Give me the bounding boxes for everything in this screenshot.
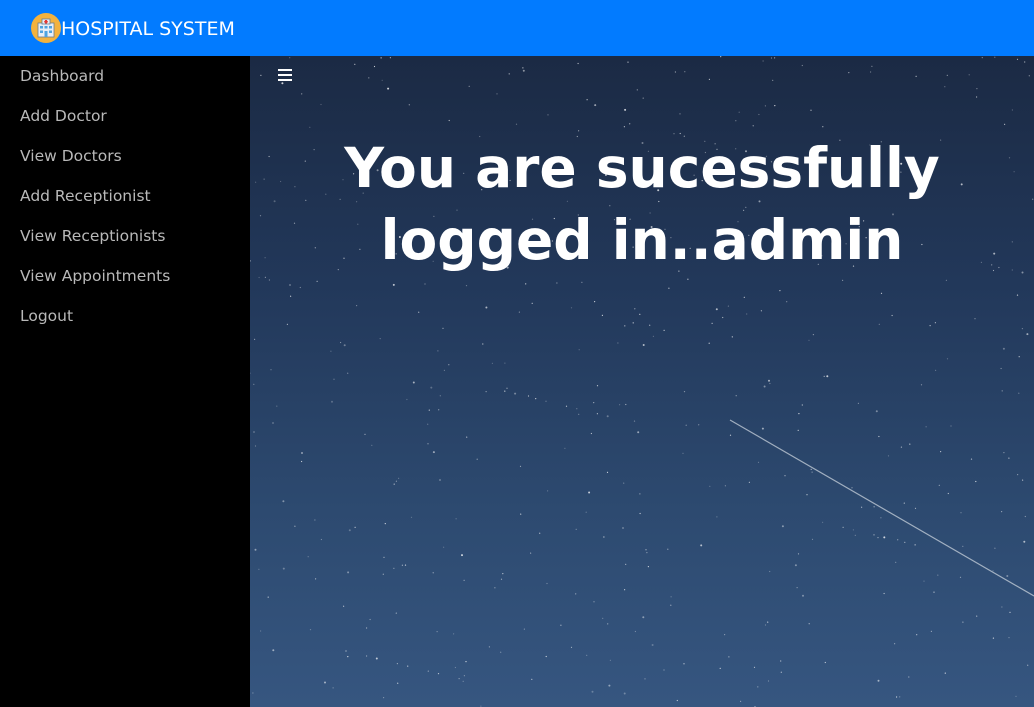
welcome-heading: You are sucessfully logged in..admin xyxy=(344,136,940,272)
sidebar-item-view-receptionists[interactable]: View Receptionists xyxy=(20,224,165,248)
main-content: You are sucessfully logged in..admin xyxy=(250,56,1034,707)
hospital-building-icon[interactable] xyxy=(31,13,61,43)
sidebar-item-logout[interactable]: Logout xyxy=(20,304,73,328)
hamburger-menu-icon[interactable] xyxy=(278,69,292,81)
sidebar-item-view-appointments[interactable]: View Appointments xyxy=(20,264,170,288)
sidebar: Dashboard Add Doctor View Doctors Add Re… xyxy=(0,56,250,707)
sidebar-item-add-doctor[interactable]: Add Doctor xyxy=(20,104,107,128)
top-navbar: HOSPITAL SYSTEM xyxy=(0,0,1034,56)
sidebar-item-add-receptionist[interactable]: Add Receptionist xyxy=(20,184,151,208)
sidebar-item-view-doctors[interactable]: View Doctors xyxy=(20,144,122,168)
sidebar-item-dashboard[interactable]: Dashboard xyxy=(20,64,104,88)
brand-title[interactable]: HOSPITAL SYSTEM xyxy=(61,0,235,56)
